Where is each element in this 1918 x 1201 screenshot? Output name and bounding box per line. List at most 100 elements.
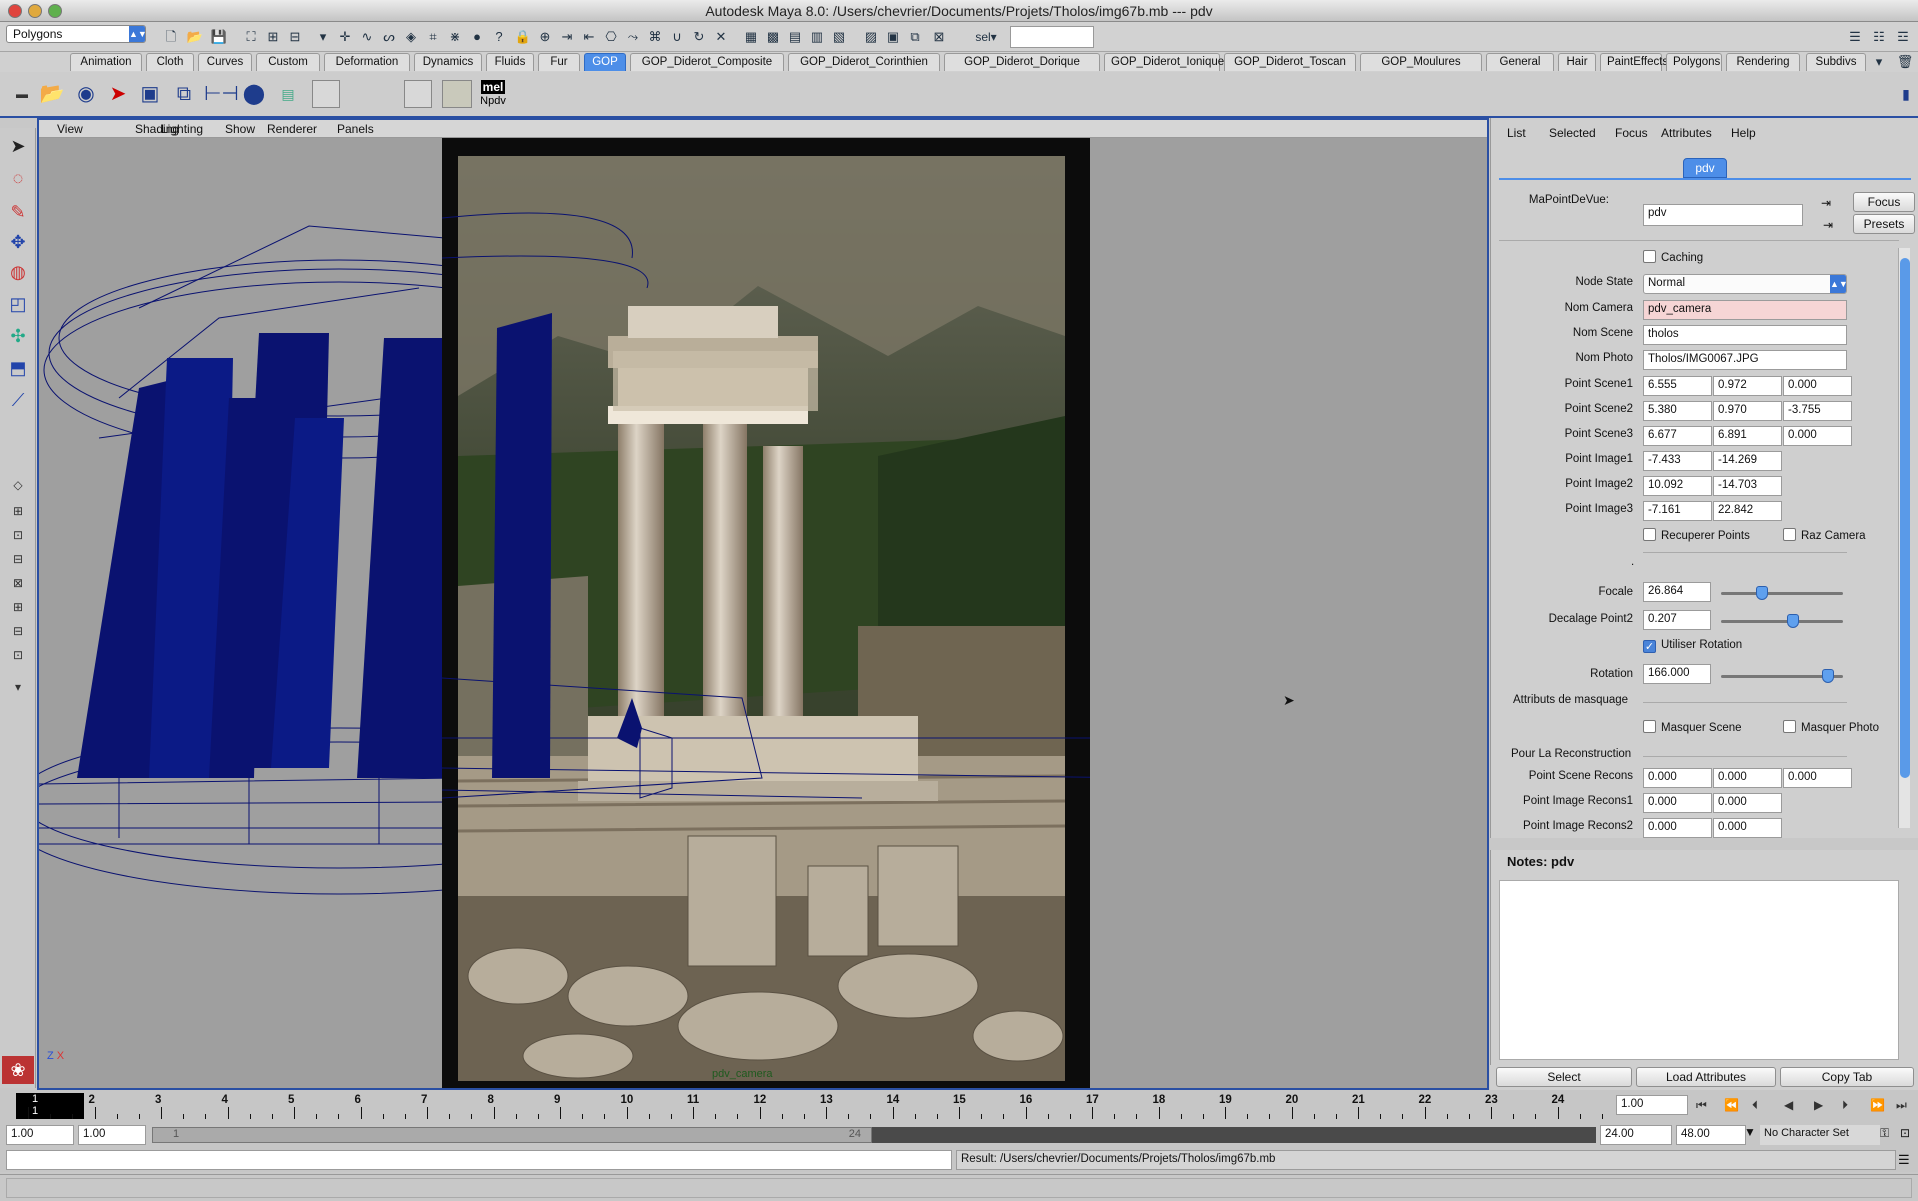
mel-command-input[interactable] [6,1150,952,1170]
masquer-photo-checkbox[interactable]: Masquer Photo [1783,720,1879,734]
trash-icon[interactable]: 🗑 [1894,52,1916,72]
connect-icon[interactable]: ⤳ [622,27,644,47]
raz-camera-checkbox[interactable]: Raz Camera [1783,528,1866,542]
shelf-tab-curves[interactable]: Curves [198,53,252,71]
toggle-tool-settings-icon[interactable]: ☲ [1892,27,1914,47]
input-ops-icon[interactable]: ⊕ [534,27,556,47]
open-folder-icon[interactable]: 📂 [36,78,68,110]
blank-shelf-button[interactable] [312,80,340,108]
point-value-field[interactable]: -14.269 [1713,451,1782,471]
copy-tab-button[interactable]: Copy Tab [1780,1067,1914,1087]
rotation-slider[interactable] [1721,669,1843,683]
point-value-field[interactable]: 0.000 [1783,376,1852,396]
layout-outliner-icon[interactable]: ⊠ [4,572,32,594]
node-name-field[interactable]: pdv [1643,204,1803,226]
point-value-field[interactable]: 0.000 [1643,768,1712,788]
render-icon[interactable]: ▦ [740,27,762,47]
shelf-tab-painteffects[interactable]: PaintEffects [1600,53,1668,71]
output-ops-icon[interactable]: ⇥ [556,27,578,47]
tab-pdv[interactable]: pdv [1683,158,1727,178]
shelf-tab-hair[interactable]: Hair [1558,53,1596,71]
rect-select-icon[interactable]: ▣ [134,78,166,110]
scrollbar-thumb[interactable] [1900,258,1910,778]
globe-icon[interactable]: ● [466,27,488,47]
notes-textarea[interactable] [1499,880,1899,1060]
layout-single-icon[interactable]: ◇ [4,474,32,496]
shelf-tab-gop-diderot-corinthien[interactable]: GOP_Diderot_Corinthien [788,53,940,71]
point-value-field[interactable]: 0.000 [1713,793,1782,813]
step-back-frame-icon[interactable]: ⏴ [1752,1098,1758,1113]
playback-start-field[interactable]: 1.00 [78,1125,146,1145]
point-value-field[interactable]: -7.433 [1643,451,1712,471]
node-state-select[interactable]: Normal ▲▼ [1643,274,1847,294]
shelf-tab-gop-moulures[interactable]: GOP_Moulures [1360,53,1482,71]
point-value-field[interactable]: -3.755 [1783,401,1852,421]
snap-curve-icon[interactable]: ∿ [356,27,378,47]
rotate-tool-icon[interactable]: ◍ [4,258,32,286]
render-view-icon[interactable]: ▧ [828,27,850,47]
snap-surface-icon[interactable]: ⌗ [422,27,444,47]
slider-knob[interactable] [1787,614,1799,628]
blank-shelf-button-2[interactable] [404,80,432,108]
layout-two-icon[interactable]: ⊟ [4,548,32,570]
toggle-attr-editor-icon[interactable]: ☷ [1868,27,1890,47]
loop-icon[interactable]: ↻ [688,27,710,47]
blank-shelf-button-3[interactable] [442,80,472,108]
point-value-field[interactable]: -14.703 [1713,476,1782,496]
npdv-shelf-button[interactable]: mel Npdv [476,78,510,110]
layout-hypergraph-icon[interactable]: ⊟ [4,620,32,642]
history-icon[interactable]: ⋇ [444,27,466,47]
nom-scene-field[interactable]: tholos [1643,325,1847,345]
go-to-end-icon[interactable]: ⏭ [1896,1098,1907,1113]
shelf-tab-dynamics[interactable]: Dynamics [414,53,482,71]
range-bar-handle[interactable]: 1 24 [152,1127,872,1143]
layout-graph-icon[interactable]: ⊞ [4,596,32,618]
point-value-field[interactable]: 0.000 [1713,768,1782,788]
step-forward-frame-icon[interactable]: ⏵ [1842,1098,1848,1113]
help-icon[interactable]: ? [488,27,510,47]
layout-persp-icon[interactable]: ⊡ [4,524,32,546]
step-forward-key-icon[interactable]: ⏩ [1870,1098,1885,1112]
nodes-icon[interactable]: ⎔ [600,27,622,47]
shelf-tab-gop-diderot-dorique[interactable]: GOP_Diderot_Dorique [944,53,1100,71]
shelf-tab-animation[interactable]: Animation [70,53,142,71]
point-value-field[interactable]: 0.000 [1783,426,1852,446]
collide-icon[interactable]: ✕ [710,27,732,47]
open-scene-icon[interactable]: 📂 [184,27,206,47]
scale-tool-icon[interactable]: ◰ [4,290,32,318]
chain-icon[interactable]: ⌘ [644,27,666,47]
last-tool-icon[interactable]: ⟋ [4,386,32,414]
slider-knob[interactable] [1822,669,1835,683]
quick-select-field[interactable] [1010,26,1094,48]
shelf-scroll-icon[interactable]: ▮ [1900,78,1912,110]
point-value-field[interactable]: 5.380 [1643,401,1712,421]
layers-icon[interactable]: ⧉ [904,27,926,47]
animation-start-field[interactable]: 1.00 [6,1125,74,1145]
recuperer-points-checkbox[interactable]: Recuperer Points [1643,528,1750,542]
snap-view-icon[interactable]: ◈ [400,27,422,47]
menu-panels[interactable]: Panels [337,122,374,136]
anim-prefs-icon[interactable]: ⊡ [1900,1126,1910,1140]
utiliser-rotation-checkbox[interactable]: ✓ Utiliser Rotation [1643,639,1742,653]
focus-button[interactable]: Focus [1853,192,1915,212]
go-to-start-icon[interactable]: ⏮ [1696,1098,1707,1113]
render-globals-icon[interactable]: ▤ [784,27,806,47]
shelf-tab-cloth[interactable]: Cloth [146,53,194,71]
shelf-tab-polygons[interactable]: Polygons [1666,53,1722,71]
attr-menu-selected[interactable]: Selected [1549,126,1596,140]
caching-checkbox[interactable]: Caching [1643,250,1703,264]
shelf-tab-fur[interactable]: Fur [538,53,580,71]
target-icon[interactable]: ◉ [70,78,102,110]
magnet-icon[interactable]: ∪ [666,27,688,47]
play-backwards-icon[interactable]: ◀ [1784,1098,1793,1112]
point-value-field[interactable]: 0.000 [1643,793,1712,813]
batch-icon[interactable]: ⊠ [928,27,950,47]
nom-photo-field[interactable]: Tholos/IMG0067.JPG [1643,350,1847,370]
shelf-tab-general[interactable]: General [1486,53,1554,71]
time-slider[interactable]: 11 2 3 4 5 6 7 8 9 10 11 12 13 14 15 16 17 18 19 20 21 22 23 2… [0,1090,1918,1122]
nom-camera-field[interactable]: pdv_camera [1643,300,1847,320]
menu-renderer[interactable]: Renderer [267,122,317,136]
sel-dropdown[interactable]: sel▾ [966,27,1006,47]
point-value-field[interactable]: 6.555 [1643,376,1712,396]
key-icon[interactable]: ⚿ [1880,1126,1889,1141]
